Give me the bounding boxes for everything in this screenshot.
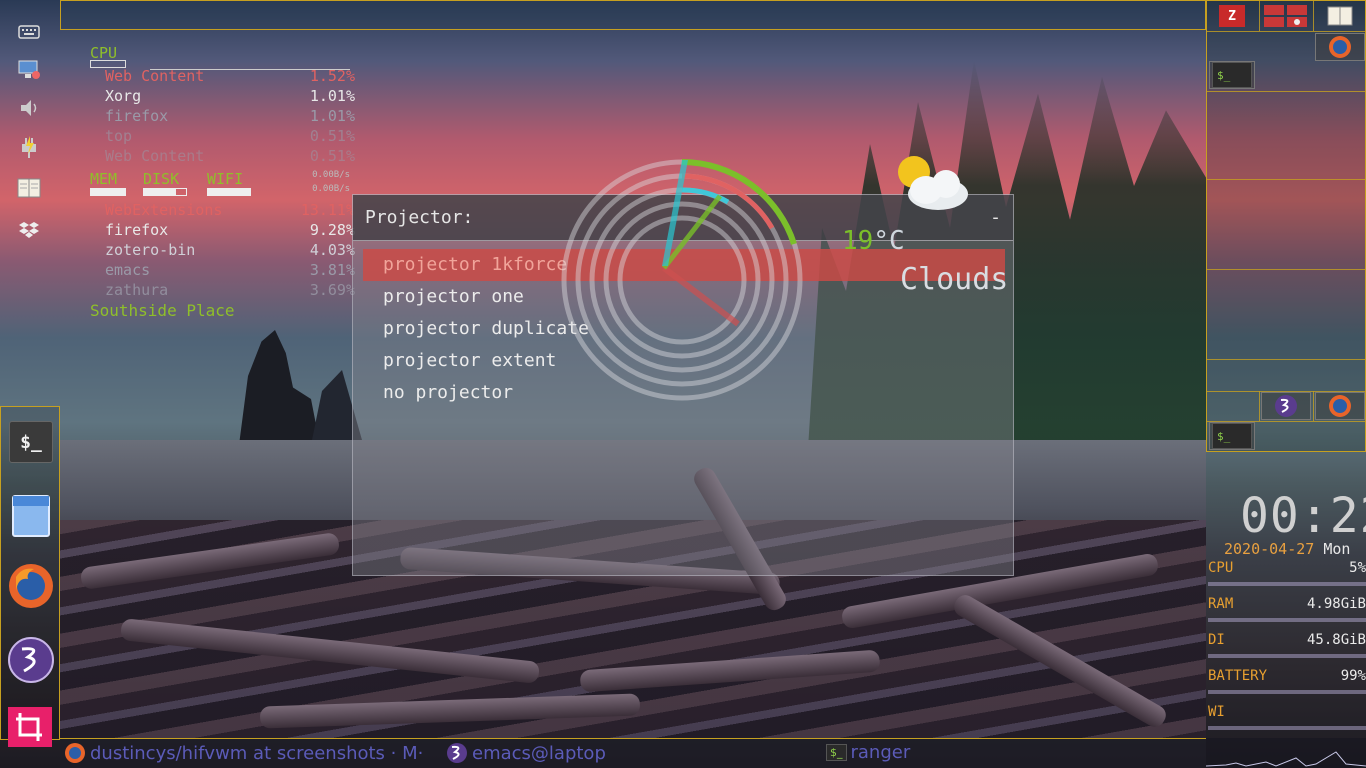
emacs-window-title: emacs@laptop bbox=[472, 742, 606, 764]
battery-level-bar bbox=[1208, 690, 1366, 694]
date: 2020-04-27 bbox=[1224, 540, 1315, 558]
firefox-icon bbox=[9, 564, 53, 608]
dropbox-icon[interactable] bbox=[14, 216, 44, 244]
terminal-window-thumb[interactable]: $_ bbox=[1209, 61, 1255, 89]
temperature: 19°C bbox=[842, 226, 905, 256]
crop-icon bbox=[8, 707, 52, 747]
taskbar-firefox-window[interactable]: dustincys/hifvwm at screenshots · M· bbox=[64, 742, 423, 764]
app-dock: $_ bbox=[0, 406, 60, 747]
disk-label: DISK bbox=[143, 170, 180, 188]
weekday: Mon bbox=[1323, 540, 1351, 558]
wifi-label: WIFI bbox=[207, 170, 244, 188]
zotero-icon[interactable]: Z bbox=[1219, 5, 1245, 27]
firefox-window-title: dustincys/hifvwm at screenshots · M· bbox=[90, 742, 424, 764]
mem-label: MEM bbox=[90, 170, 118, 188]
temperature-unit: °C bbox=[873, 226, 905, 256]
cpu-bar bbox=[90, 60, 126, 68]
conky-monitor: CPU Web Content 1.52% Xorg 1.01% firefox 1.… bbox=[90, 44, 355, 322]
volume-icon[interactable] bbox=[14, 94, 44, 122]
temperature-value: 19 bbox=[842, 226, 874, 256]
mem-process-row: zathura 3.69% bbox=[105, 281, 355, 299]
option-projector-extent[interactable]: projector extent bbox=[363, 345, 1005, 377]
taskbar-ranger-window[interactable]: $_ ranger bbox=[826, 742, 910, 763]
cpu-process-row: Web Content 0.51% bbox=[105, 147, 355, 165]
projector-menu: Projector: - projector 1kforce projector… bbox=[352, 194, 1014, 576]
weather-condition: Clouds bbox=[900, 262, 1009, 297]
network-icon[interactable] bbox=[14, 56, 44, 84]
firefox-icon bbox=[1329, 395, 1351, 417]
cloudy-sun-icon bbox=[898, 156, 968, 210]
wifi-signal-bar bbox=[1208, 726, 1366, 730]
stat-wifi: WI bbox=[1208, 704, 1225, 720]
emacs-icon bbox=[1275, 395, 1297, 417]
terminal-launcher[interactable]: $_ bbox=[8, 419, 54, 465]
book-icon[interactable] bbox=[14, 174, 44, 202]
cpu-process-row: firefox 1.01% bbox=[105, 107, 355, 125]
mem-process-row: emacs 3.81% bbox=[105, 261, 355, 279]
cpu-usage-bar bbox=[1208, 582, 1366, 586]
digital-clock: 00:22 bbox=[1240, 488, 1366, 544]
option-projector-duplicate[interactable]: projector duplicate bbox=[363, 313, 1005, 345]
ram-usage-bar bbox=[1208, 618, 1366, 622]
top-panel bbox=[60, 0, 1206, 30]
wifi-down-rate: 0.00B/s bbox=[312, 184, 350, 194]
terminal-prompt: $_ bbox=[9, 421, 53, 463]
emacs-icon bbox=[8, 637, 54, 683]
stat-battery: BATTERY 99% bbox=[1208, 668, 1366, 684]
option-no-projector[interactable]: no projector bbox=[363, 377, 1005, 409]
right-workspace-panel: Z $_ $_ bbox=[1206, 0, 1366, 452]
terminal-window-thumb[interactable]: $_ bbox=[1209, 422, 1255, 450]
location-label: Southside Place bbox=[90, 301, 235, 320]
stat-ram: RAM 4.98GiB bbox=[1208, 596, 1366, 612]
book-icon[interactable] bbox=[1327, 5, 1353, 27]
file-manager-launcher[interactable] bbox=[8, 493, 54, 539]
ranger-window-title: ranger bbox=[850, 742, 911, 763]
network-sparkline bbox=[1205, 738, 1366, 768]
date-line: 2020-04-27 Mon bbox=[1224, 540, 1350, 558]
emacs-window-thumb[interactable] bbox=[1261, 392, 1311, 420]
keyboard-icon[interactable] bbox=[14, 18, 44, 46]
taskbar: dustincys/hifvwm at screenshots · M· ema… bbox=[60, 738, 1206, 768]
power-plug-icon[interactable] bbox=[14, 134, 44, 162]
disk-usage-bar bbox=[1208, 654, 1366, 658]
firefox-window-thumb[interactable] bbox=[1315, 392, 1365, 420]
firefox-window-thumb[interactable] bbox=[1315, 33, 1365, 61]
mem-process-row: firefox 9.28% bbox=[105, 221, 355, 239]
minimize-button[interactable]: - bbox=[990, 207, 1001, 228]
mem-process-row: WebExtensions 13.11% bbox=[105, 201, 355, 219]
firefox-icon bbox=[65, 743, 85, 763]
cpu-process-row: top 0.51% bbox=[105, 127, 355, 145]
firefox-icon bbox=[1329, 36, 1351, 58]
stat-cpu: CPU 5% bbox=[1208, 560, 1366, 576]
cpu-process-row: Xorg 1.01% bbox=[105, 87, 355, 105]
wifi-up-rate: 0.00B/s bbox=[312, 170, 350, 180]
emacs-icon bbox=[447, 743, 467, 763]
disk-bar bbox=[143, 188, 187, 196]
stat-disk: DI 45.8GiB bbox=[1208, 632, 1366, 648]
mem-bar bbox=[90, 188, 126, 196]
cpu-graph bbox=[150, 64, 350, 70]
file-manager-icon bbox=[12, 495, 50, 537]
firefox-launcher[interactable] bbox=[8, 563, 54, 609]
mem-process-row: zotero-bin 4.03% bbox=[105, 241, 355, 259]
terminal-icon: $_ bbox=[1212, 423, 1252, 449]
mem-disk-wifi-row: MEM DISK WIFI 0.00B/s 0.00B/s bbox=[90, 170, 355, 200]
screen-layout-icon[interactable] bbox=[1263, 4, 1309, 28]
sea-stack-rock bbox=[239, 330, 320, 445]
projector-menu-title: Projector: bbox=[365, 207, 474, 228]
taskbar-emacs-window[interactable]: emacs@laptop bbox=[446, 742, 606, 764]
terminal-icon: $_ bbox=[1212, 62, 1252, 88]
screenshot-crop-launcher[interactable] bbox=[8, 707, 52, 747]
terminal-icon: $_ bbox=[826, 744, 847, 761]
emacs-launcher[interactable] bbox=[8, 637, 54, 683]
wifi-bar bbox=[207, 188, 251, 196]
